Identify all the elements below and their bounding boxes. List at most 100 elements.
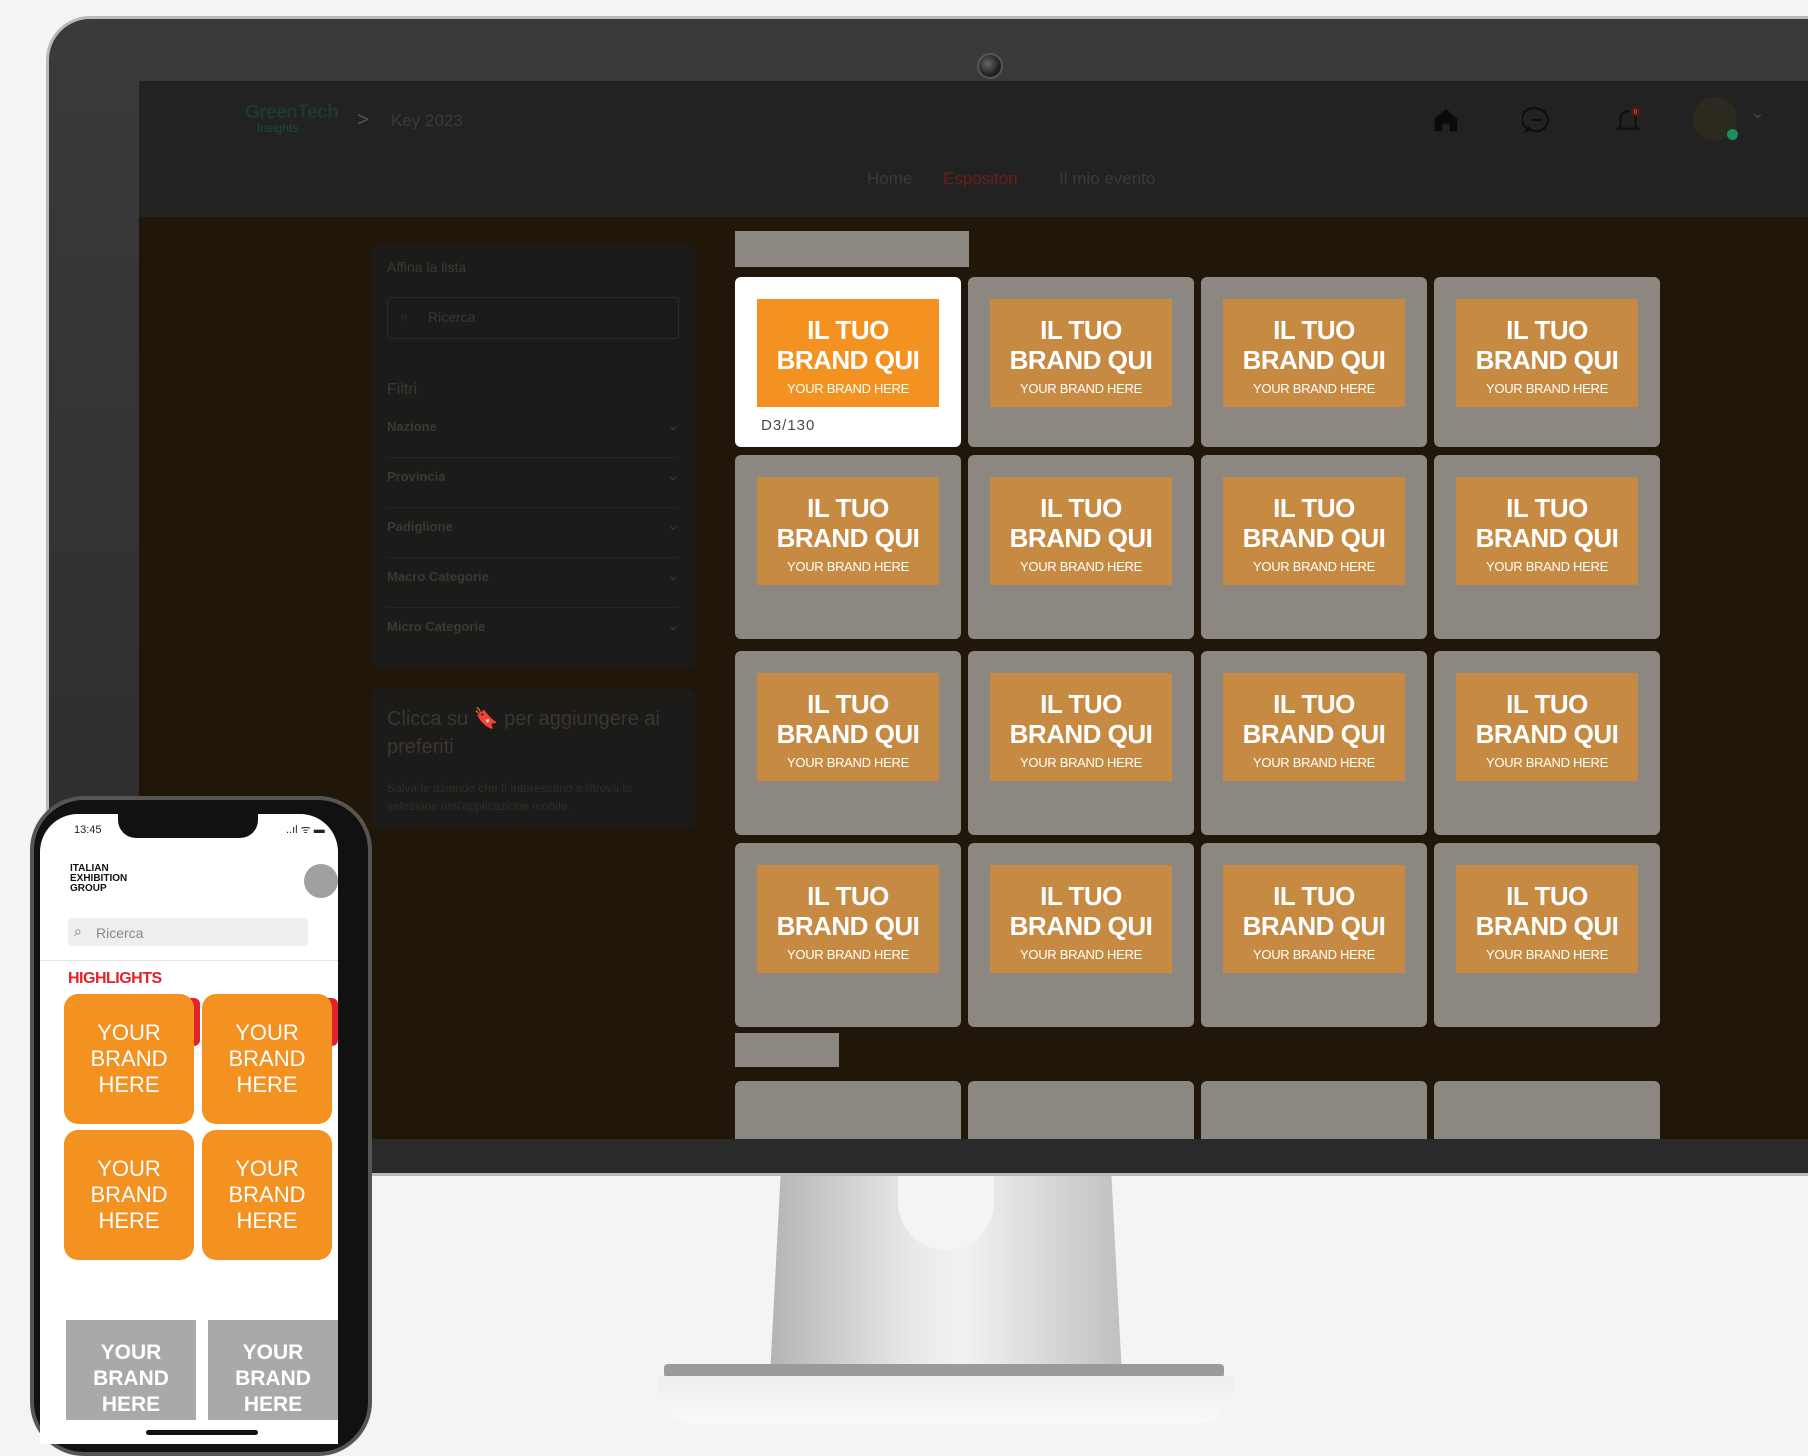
filter-pavilion[interactable]: Padiglione ⌄ <box>387 507 679 558</box>
brand-title: IL TUO <box>1273 315 1355 345</box>
exhibitor-tile[interactable]: IL TUO BRAND QUI YOUR BRAND HERE <box>1201 277 1427 447</box>
phone-logo: ITALIAN EXHIBITION GROUP <box>70 863 128 894</box>
chevron-down-icon[interactable]: ⌄ <box>1751 103 1764 123</box>
filter-label: Padiglione <box>387 519 453 534</box>
brand-logo: IL TUO BRAND QUI YOUR BRAND HERE <box>990 865 1172 973</box>
phone-status-icons: ..ıl ᯤ ▬ <box>286 824 325 836</box>
exhibitor-tile[interactable]: IL TUO BRAND QUI YOUR BRAND HERE <box>735 843 961 1027</box>
brand-title-line2: BRAND QUI <box>1242 911 1386 941</box>
brand-title-line2: BRAND QUI <box>1242 345 1386 375</box>
brand-logo: IL TUO BRAND QUI YOUR BRAND HERE <box>757 477 939 585</box>
search-input[interactable]: ⌕ Ricerca <box>387 297 679 339</box>
brand-title: IL TUO <box>807 881 889 911</box>
exhibitor-tile[interactable]: IL TUO BRAND QUI YOUR BRAND HERE <box>735 455 961 639</box>
brand-logo: IL TUO BRAND QUI YOUR BRAND HERE <box>1456 865 1638 973</box>
brand-title: IL TUO <box>1040 881 1122 911</box>
exhibitor-tile[interactable] <box>735 1081 961 1139</box>
filter-nation[interactable]: Nazione ⌄ <box>387 407 679 458</box>
exhibitor-tile[interactable]: IL TUO BRAND QUI YOUR BRAND HERE <box>968 277 1194 447</box>
favorites-subtitle: Salva le aziende che ti interessano e ri… <box>387 781 632 813</box>
section-heading-placeholder <box>735 1033 839 1067</box>
filter-macro-categories[interactable]: Macro Categorie ⌄ <box>387 557 679 608</box>
brand-title: IL TUO <box>1506 689 1588 719</box>
brand-logo: IL TUO BRAND QUI YOUR BRAND HERE <box>1223 477 1405 585</box>
favorites-hint: Clicca su 🔖 per aggiungere ai preferiti … <box>371 689 695 829</box>
brand-subtitle: YOUR BRAND HERE <box>787 755 909 770</box>
highlight-card[interactable]: YOUR BRAND HERE <box>202 1130 332 1260</box>
exhibitor-tile[interactable]: IL TUO BRAND QUI YOUR BRAND HERE <box>1201 651 1427 835</box>
section-heading-placeholder <box>735 231 969 267</box>
exhibitor-tile[interactable] <box>1434 1081 1660 1139</box>
online-status-dot <box>1727 129 1738 140</box>
exhibitor-card[interactable]: YOUR BRAND HERE <box>66 1320 196 1420</box>
brand-subtitle: YOUR BRAND HERE <box>1020 381 1142 396</box>
brand-subtitle: YOUR BRAND HERE <box>1020 755 1142 770</box>
phone-search-input[interactable]: ⌕ Ricerca <box>68 918 308 946</box>
notification-count: 0 <box>1634 109 1638 116</box>
chevron-down-icon: ⌄ <box>667 417 679 433</box>
exhibitor-tile[interactable]: IL TUO BRAND QUI YOUR BRAND HERE <box>1201 843 1427 1027</box>
brand-title: IL TUO <box>1040 493 1122 523</box>
brand-title-line2: BRAND QUI <box>776 911 920 941</box>
brand-title-line2: BRAND QUI <box>1009 345 1153 375</box>
phone-search-placeholder: Ricerca <box>96 925 144 941</box>
nav-my-event[interactable]: Il mio evento <box>1059 169 1155 189</box>
brand-title: IL TUO <box>807 689 889 719</box>
exhibitor-card[interactable]: YOUR BRAND HERE <box>208 1320 338 1420</box>
exhibitor-tile[interactable]: IL TUO BRAND QUI YOUR BRAND HERE <box>1434 843 1660 1027</box>
search-icon: ⌕ <box>400 308 409 325</box>
exhibitor-tile[interactable]: IL TUO BRAND QUI YOUR BRAND HERE <box>968 455 1194 639</box>
chevron-down-icon: ⌄ <box>667 567 679 583</box>
camera-icon <box>977 53 1003 79</box>
brand-logo: IL TUO BRAND QUI YOUR BRAND HERE <box>990 673 1172 781</box>
brand-title-line2: BRAND QUI <box>776 523 920 553</box>
filter-label: Micro Categorie <box>387 619 486 634</box>
filter-micro-categories[interactable]: Micro Categorie ⌄ <box>387 607 679 657</box>
brand-title-line2: BRAND QUI <box>1009 719 1153 749</box>
exhibitor-tile[interactable]: IL TUO BRAND QUI YOUR BRAND HERE <box>1434 651 1660 835</box>
filter-province[interactable]: Provincia ⌄ <box>387 457 679 508</box>
exhibitor-tile[interactable]: IL TUO BRAND QUI YOUR BRAND HERE <box>1434 455 1660 639</box>
app-header: GreenTech Insights > Key 2023 0 ⌄ Home E… <box>139 81 1808 217</box>
brand-subtitle: YOUR BRAND HERE <box>1486 381 1608 396</box>
nav-exhibitors[interactable]: Espositori <box>943 169 1018 189</box>
brand-logo: IL TUO BRAND QUI YOUR BRAND HERE <box>1456 477 1638 585</box>
home-indicator <box>146 1430 258 1435</box>
logo-line1: GreenTech <box>245 102 339 123</box>
brand-subtitle: YOUR BRAND HERE <box>787 559 909 574</box>
exhibitor-tile[interactable] <box>1201 1081 1427 1139</box>
brand-title: IL TUO <box>1040 689 1122 719</box>
brand-title: IL TUO <box>1273 881 1355 911</box>
chat-icon[interactable] <box>1522 105 1552 135</box>
highlight-card[interactable]: YOUR BRAND HERE <box>202 994 332 1124</box>
logo[interactable]: GreenTech Insights <box>245 102 339 134</box>
brand-title-line2: BRAND QUI <box>776 719 920 749</box>
favorites-title: Clicca su 🔖 per aggiungere ai preferiti <box>387 708 660 758</box>
nav-home[interactable]: Home <box>867 169 912 189</box>
exhibitor-tile[interactable]: IL TUO BRAND QUI YOUR BRAND HERE <box>968 843 1194 1027</box>
exhibitor-tile[interactable]: IL TUO BRAND QUI YOUR BRAND HERE D3/130 <box>735 277 961 447</box>
brand-subtitle: YOUR BRAND HERE <box>1253 755 1375 770</box>
chevron-down-icon: ⌄ <box>667 617 679 633</box>
exhibitor-tile[interactable]: IL TUO BRAND QUI YOUR BRAND HERE <box>1201 455 1427 639</box>
highlight-card[interactable]: YOUR BRAND HERE <box>64 994 194 1124</box>
bell-icon[interactable]: 0 <box>1613 105 1643 135</box>
exhibitor-tile[interactable]: IL TUO BRAND QUI YOUR BRAND HERE <box>968 651 1194 835</box>
exhibitor-tile[interactable]: IL TUO BRAND QUI YOUR BRAND HERE <box>1434 277 1660 447</box>
breadcrumb-event[interactable]: Key 2023 <box>391 111 463 131</box>
brand-title-line2: BRAND QUI <box>1242 523 1386 553</box>
phone-avatar[interactable] <box>304 864 338 898</box>
search-icon: ⌕ <box>74 923 82 939</box>
chevron-down-icon: ⌄ <box>667 467 679 483</box>
highlight-card[interactable]: YOUR BRAND HERE <box>64 1130 194 1260</box>
brand-title: IL TUO <box>807 315 889 345</box>
chevron-down-icon: ⌄ <box>667 517 679 533</box>
brand-subtitle: YOUR BRAND HERE <box>1486 947 1608 962</box>
home-icon[interactable] <box>1431 105 1461 135</box>
exhibitor-tile[interactable]: IL TUO BRAND QUI YOUR BRAND HERE <box>735 651 961 835</box>
brand-logo: IL TUO BRAND QUI YOUR BRAND HERE <box>1223 865 1405 973</box>
exhibitor-tile[interactable] <box>968 1081 1194 1139</box>
divider <box>40 960 338 961</box>
brand-logo: IL TUO BRAND QUI YOUR BRAND HERE <box>990 299 1172 407</box>
filter-sidebar: Affina la lista ⌕ Ricerca Filtri Nazione… <box>371 245 695 669</box>
